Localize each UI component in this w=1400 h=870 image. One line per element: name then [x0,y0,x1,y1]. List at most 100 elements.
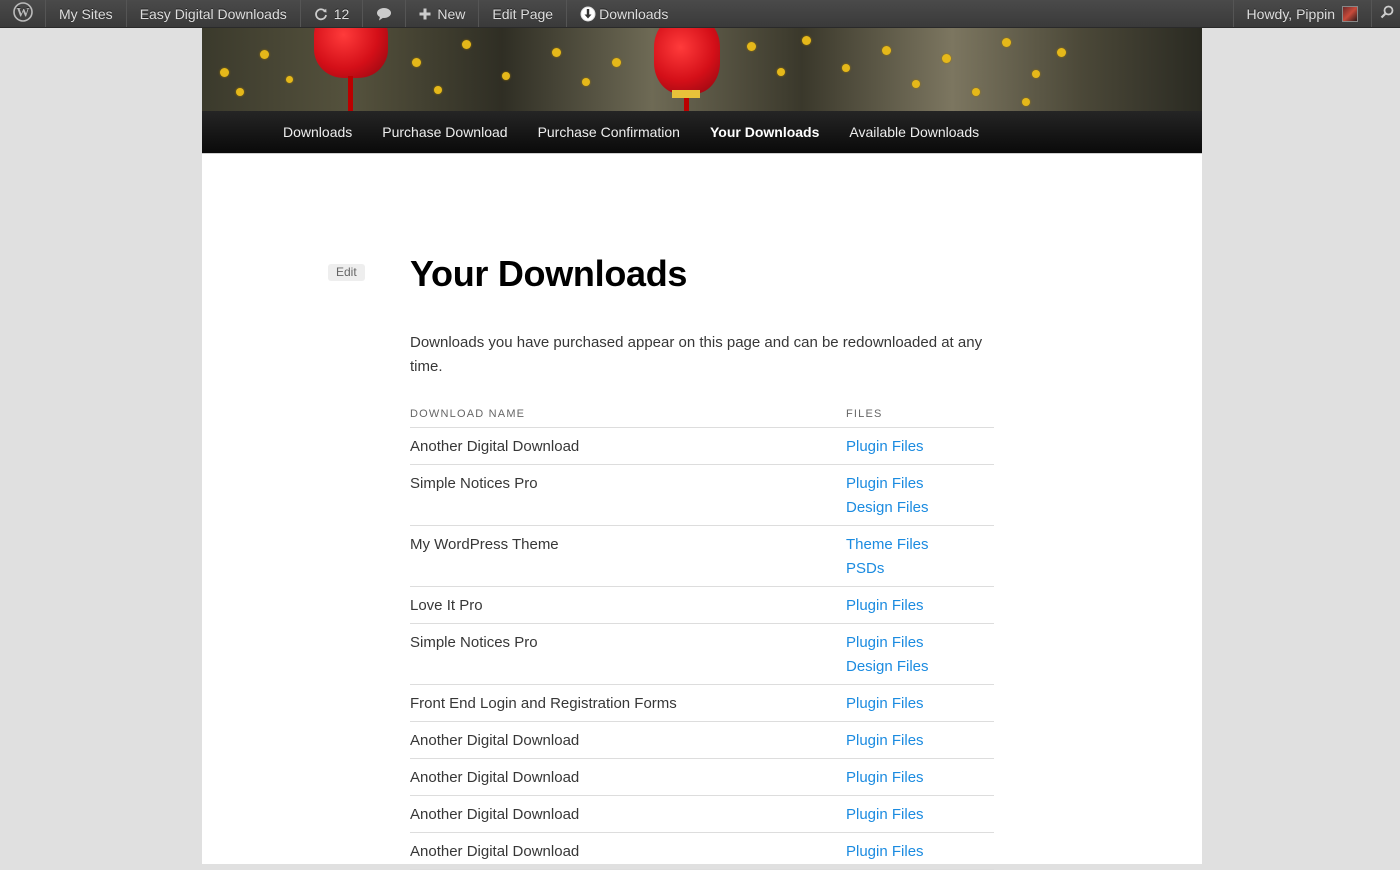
nav-item-purchase-confirmation[interactable]: Purchase Confirmation [523,124,695,140]
download-name: Love It Pro [410,586,846,624]
svg-text:W: W [16,5,29,20]
blossom [912,80,920,88]
nav-item-available-downloads[interactable]: Available Downloads [834,124,994,140]
file-download-link[interactable]: Plugin Files [846,594,994,618]
download-files: Plugin Files Design Files [846,623,994,685]
table-row: Simple Notices Pro Plugin Files Design F… [410,623,994,685]
new-content-menu[interactable]: New [406,0,480,27]
download-name: My WordPress Theme [410,525,846,587]
column-header-files: Files [846,405,994,428]
intro-text: Downloads you have purchased appear on t… [410,334,983,375]
download-name: Front End Login and Registration Forms [410,684,846,722]
blossom [412,58,421,67]
my-sites-label: My Sites [59,5,113,22]
blossom [1022,98,1030,106]
refresh-icon [314,7,328,21]
blossom [972,88,980,96]
blossom [502,72,510,80]
download-files: Plugin Files [846,795,994,833]
table-row: Love It Pro Plugin Files [410,586,994,624]
file-download-link[interactable]: Plugin Files [846,729,994,753]
column-header-download-name: Download Name [410,405,846,428]
lantern-tassel [348,76,353,111]
blossom [434,86,442,94]
my-account-menu[interactable]: Howdy, Pippin [1232,0,1371,27]
blossom [552,48,561,57]
avatar [1342,5,1358,22]
search-icon [1380,5,1394,22]
table-row: Another Digital Download Plugin Files [410,758,994,796]
blossom [747,42,756,51]
download-name: Simple Notices Pro [410,623,846,685]
download-name: Another Digital Download [410,721,846,759]
nav-item-downloads[interactable]: Downloads [268,124,367,140]
updates-count: 12 [333,5,350,22]
red-lantern [314,28,388,78]
downloads-menu[interactable]: Downloads [567,0,681,27]
file-download-link[interactable]: PSDs [846,557,994,581]
blossom [777,68,785,76]
download-files: Plugin Files Design Files [846,464,994,526]
file-download-link[interactable]: Plugin Files [846,840,994,864]
lantern-cap [672,90,700,98]
download-name: Another Digital Download [410,758,846,796]
file-download-link[interactable]: Plugin Files [846,692,994,716]
download-name: Simple Notices Pro [410,464,846,526]
edit-post-button[interactable]: Edit [328,264,365,281]
admin-bar: W My Sites Easy Digital Downloads 12 New… [0,0,1400,28]
table-header-row: Download Name Files [410,405,994,428]
purchased-downloads-table: Download Name Files Another Digital Down… [410,405,994,870]
lantern-tassel [684,98,689,111]
nav-item-your-downloads[interactable]: Your Downloads [695,124,834,140]
blossom [220,68,229,77]
download-icon [580,6,596,22]
edit-page-link[interactable]: Edit Page [479,0,568,27]
download-files: Theme Files PSDs [846,525,994,587]
site-name-menu[interactable]: Easy Digital Downloads [127,0,301,27]
nav-item-purchase-download[interactable]: Purchase Download [367,124,522,140]
new-label: New [437,5,466,22]
blossom [612,58,621,67]
file-download-link[interactable]: Plugin Files [846,803,994,827]
blossom [260,50,269,59]
download-files: Plugin Files [846,427,994,465]
site-name-label: Easy Digital Downloads [139,5,287,22]
blossom [582,78,590,86]
download-files: Plugin Files [846,684,994,722]
blossom [942,54,951,63]
file-download-link[interactable]: Design Files [846,496,994,520]
blossom [882,46,891,55]
entry-content: Your Downloads Downloads you have purcha… [410,250,994,870]
file-download-link[interactable]: Plugin Files [846,472,994,496]
plus-icon [419,8,431,20]
blossom [802,36,811,45]
blossom [1057,48,1066,57]
blossom [286,76,293,83]
search-button[interactable] [1371,0,1400,27]
comments-button[interactable] [363,0,407,27]
download-files: Plugin Files [846,758,994,796]
table-row: Simple Notices Pro Plugin Files Design F… [410,464,994,526]
file-download-link[interactable]: Design Files [846,655,994,679]
page-title: Your Downloads [410,253,688,294]
table-row: Another Digital Download Plugin Files [410,721,994,759]
blossom [842,64,850,72]
main-navigation: Downloads Purchase Download Purchase Con… [202,111,1202,154]
file-download-link[interactable]: Theme Files [846,533,994,557]
page-container: Downloads Purchase Download Purchase Con… [202,28,1202,870]
download-files: Plugin Files [846,586,994,624]
admin-bar-secondary: Howdy, Pippin [1232,0,1400,27]
table-row: My WordPress Theme Theme Files PSDs [410,525,994,587]
my-sites-menu[interactable]: My Sites [46,0,127,27]
red-lantern [654,28,720,94]
table-row: Another Digital Download Plugin Files [410,427,994,465]
downloads-menu-label: Downloads [599,5,669,22]
file-download-link[interactable]: Plugin Files [846,435,994,459]
file-download-link[interactable]: Plugin Files [846,631,994,655]
table-row: Another Digital Download Plugin Files [410,795,994,833]
wordpress-logo-button[interactable]: W [0,0,46,27]
header-image [202,28,1202,111]
updates-button[interactable]: 12 [301,0,364,27]
file-download-link[interactable]: Plugin Files [846,766,994,790]
download-files: Plugin Files [846,721,994,759]
